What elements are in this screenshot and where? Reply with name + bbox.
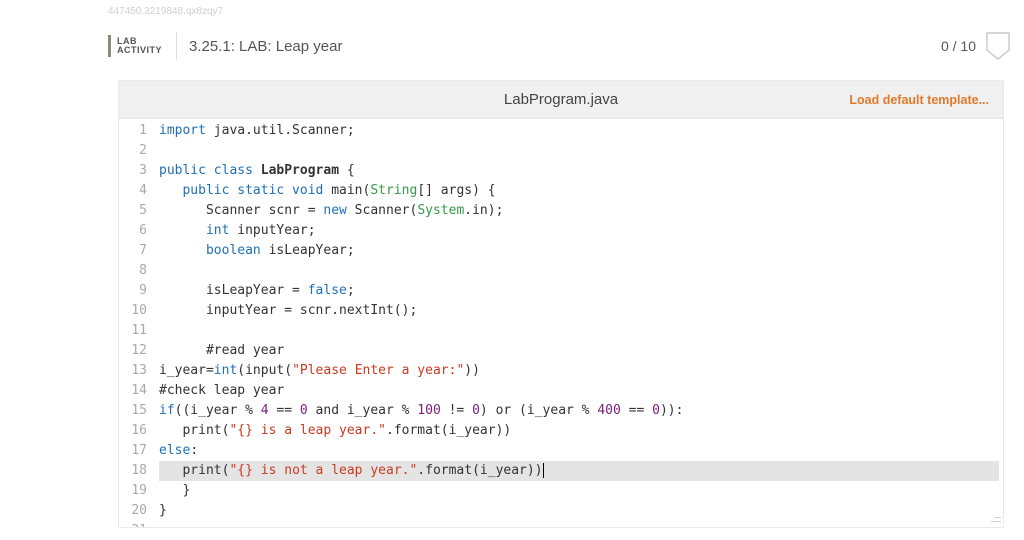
line-number: 2 (121, 141, 147, 161)
shield-icon (986, 32, 1010, 60)
code-line[interactable]: #read year (159, 341, 999, 361)
line-number: 15 (121, 401, 147, 421)
activity-title: 3.25.1: LAB: Leap year (189, 38, 342, 55)
line-number: 8 (121, 261, 147, 281)
code-line[interactable]: public static void main(String[] args) { (159, 181, 999, 201)
code-editor: LabProgram.java Load default template...… (118, 80, 1004, 528)
line-number-gutter: 123456789101112131415161718192021 (119, 119, 155, 527)
score-text: 0 / 10 (941, 38, 976, 54)
code-line[interactable] (159, 321, 999, 341)
code-line[interactable]: i_year=int(input("Please Enter a year:")… (159, 361, 999, 381)
code-area[interactable]: 123456789101112131415161718192021 import… (119, 119, 1003, 527)
code-line[interactable] (159, 521, 999, 527)
line-number: 19 (121, 481, 147, 501)
text-cursor (543, 463, 544, 478)
line-number: 16 (121, 421, 147, 441)
line-number: 20 (121, 501, 147, 521)
code-line[interactable]: } (159, 481, 999, 501)
code-line[interactable]: } (159, 501, 999, 521)
lab-activity-tag: LAB ACTIVITY (108, 35, 172, 57)
line-number: 21 (121, 521, 147, 527)
code-line[interactable]: if((i_year % 4 == 0 and i_year % 100 != … (159, 401, 999, 421)
code-line[interactable]: #check leap year (159, 381, 999, 401)
code-line[interactable]: boolean isLeapYear; (159, 241, 999, 261)
code-line[interactable]: isLeapYear = false; (159, 281, 999, 301)
code-line[interactable] (159, 141, 999, 161)
code-line[interactable]: public class LabProgram { (159, 161, 999, 181)
code-line[interactable]: import java.util.Scanner; (159, 121, 999, 141)
code-line[interactable]: Scanner scnr = new Scanner(System.in); (159, 201, 999, 221)
line-number: 5 (121, 201, 147, 221)
page-root: 447450.3219848.qx8zqy7 LAB ACTIVITY 3.25… (0, 0, 1024, 540)
load-default-template-link[interactable]: Load default template... (849, 93, 989, 107)
code-line[interactable]: inputYear = scnr.nextInt(); (159, 301, 999, 321)
resize-handle-icon[interactable] (989, 513, 1001, 525)
lab-tag-line2: ACTIVITY (117, 46, 162, 55)
header-divider (176, 32, 177, 60)
activity-header: LAB ACTIVITY 3.25.1: LAB: Leap year 0 / … (108, 28, 1014, 64)
line-number: 3 (121, 161, 147, 181)
watermark-id: 447450.3219848.qx8zqy7 (108, 6, 223, 17)
line-number: 17 (121, 441, 147, 461)
line-number: 18 (121, 461, 147, 481)
code-line[interactable]: print("{} is not a leap year.".format(i_… (159, 461, 999, 481)
code-line[interactable]: print("{} is a leap year.".format(i_year… (159, 421, 999, 441)
line-number: 11 (121, 321, 147, 341)
line-number: 12 (121, 341, 147, 361)
line-number: 13 (121, 361, 147, 381)
filename-label: LabProgram.java (504, 91, 618, 108)
code-line[interactable]: int inputYear; (159, 221, 999, 241)
code-lines[interactable]: import java.util.Scanner; public class La… (155, 119, 1003, 527)
line-number: 14 (121, 381, 147, 401)
code-line[interactable]: else: (159, 441, 999, 461)
line-number: 10 (121, 301, 147, 321)
line-number: 7 (121, 241, 147, 261)
code-line[interactable] (159, 261, 999, 281)
line-number: 6 (121, 221, 147, 241)
line-number: 9 (121, 281, 147, 301)
line-number: 4 (121, 181, 147, 201)
score-display: 0 / 10 (941, 32, 1014, 60)
line-number: 1 (121, 121, 147, 141)
editor-header: LabProgram.java Load default template... (119, 81, 1003, 119)
